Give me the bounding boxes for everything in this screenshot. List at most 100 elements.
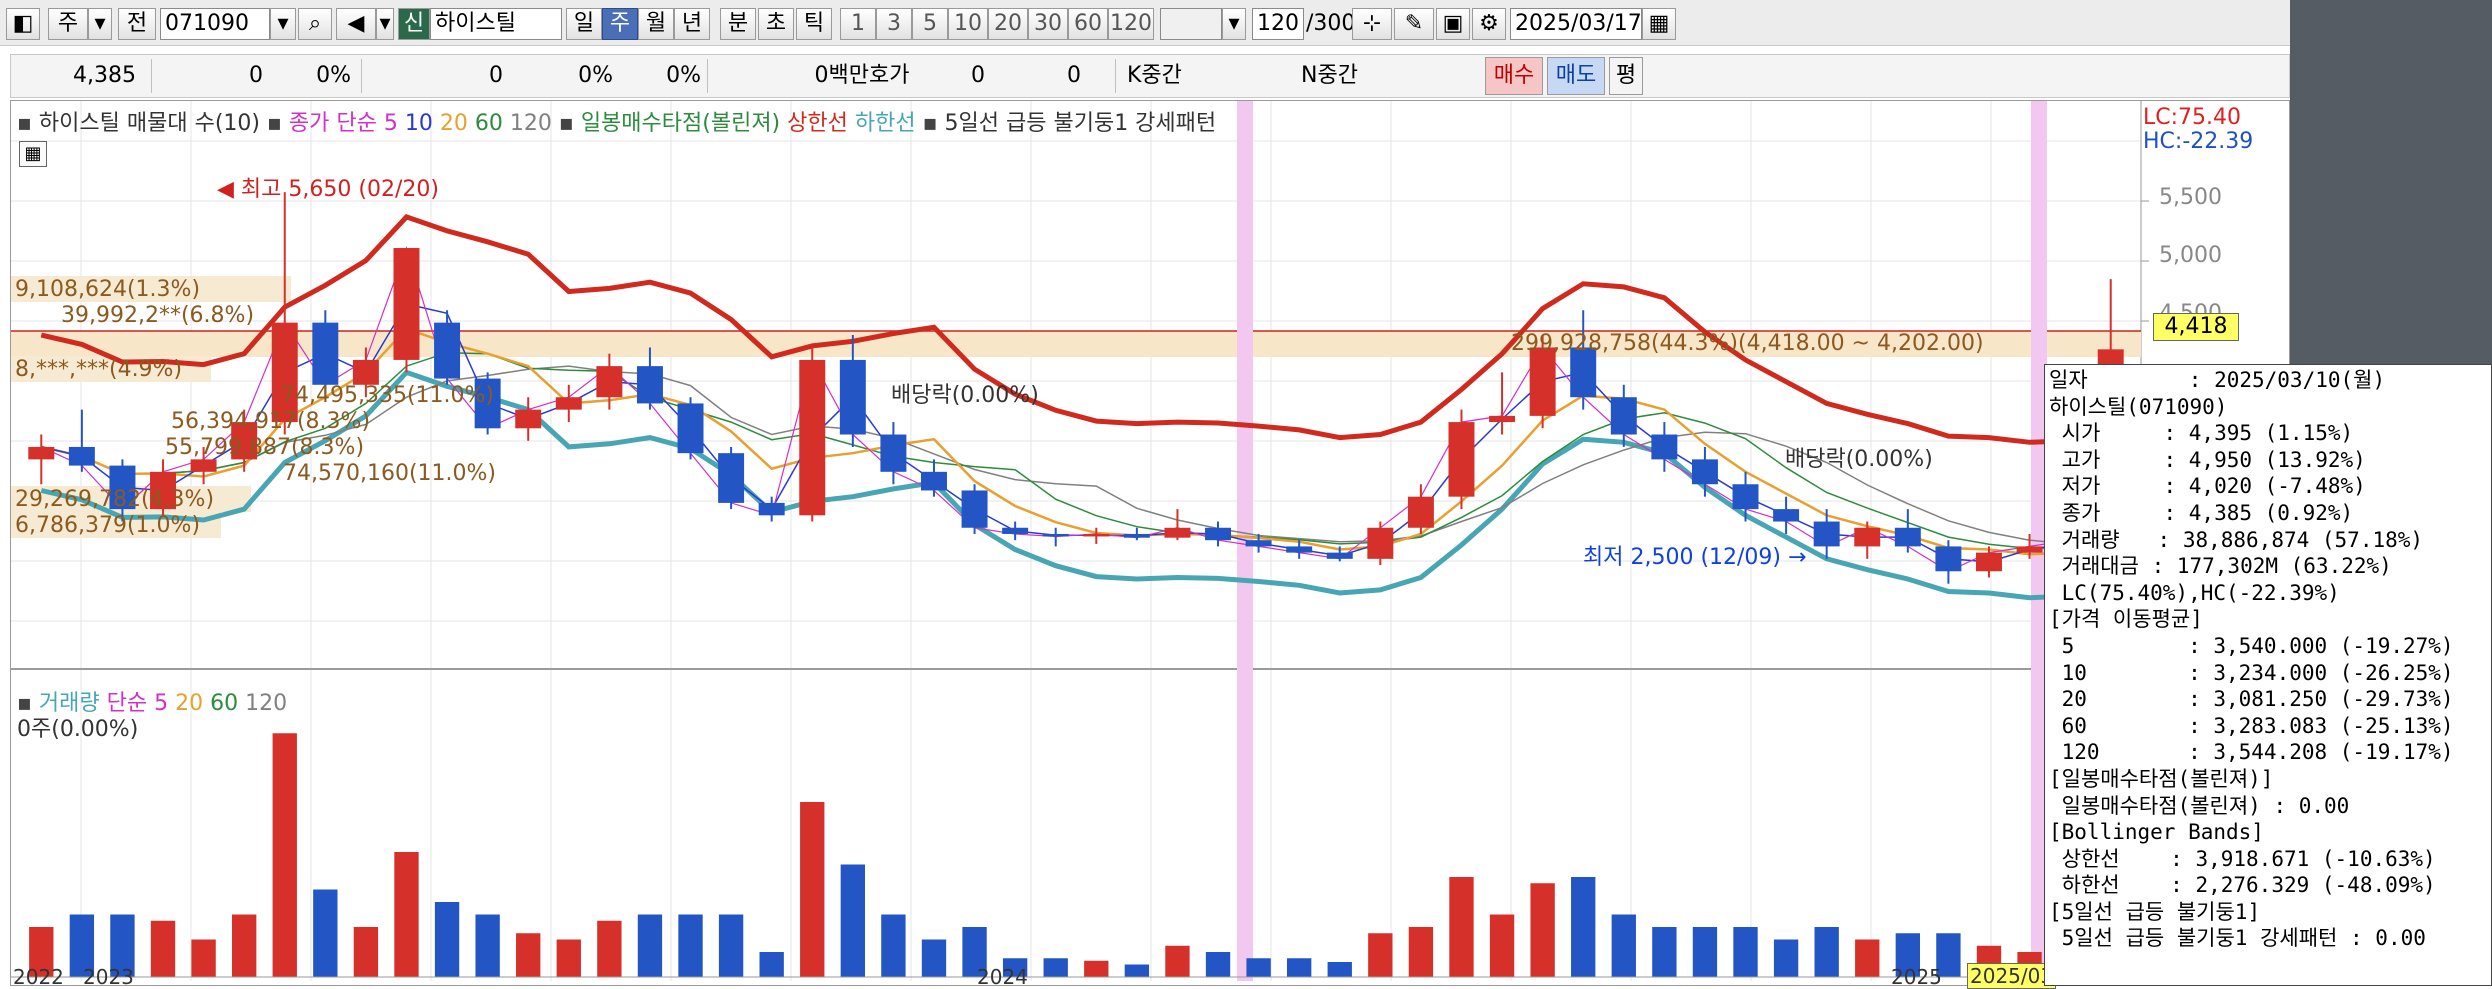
candle-body <box>1448 422 1475 497</box>
volume-bar <box>881 914 906 977</box>
tab-minute[interactable]: 분 <box>720 8 756 40</box>
candle-body <box>1407 496 1434 528</box>
tab-tick[interactable]: 틱 <box>796 8 832 40</box>
candle-body <box>1935 546 1962 572</box>
trade-amount: 0백만 <box>814 63 869 88</box>
gear-icon[interactable]: ⚙ <box>1472 8 1506 40</box>
x-label-2025: 2025 <box>1891 965 1942 989</box>
high-annotation: ◀ 최고 5,650 (02/20) <box>217 177 439 202</box>
layout-icon[interactable]: ◧ <box>6 8 40 40</box>
k-mid-label: K중간 <box>1127 63 1182 88</box>
candle-body <box>636 366 663 404</box>
candle-body <box>515 409 542 429</box>
price-change: 0 <box>249 63 263 88</box>
search-icon[interactable]: ⌕ <box>298 8 332 40</box>
candle-body <box>677 403 704 454</box>
table-icon[interactable]: ▦ <box>19 141 47 167</box>
candle-body <box>1205 527 1232 541</box>
volume-bar <box>394 852 419 977</box>
interval-5[interactable]: 5 <box>912 8 948 40</box>
x-label-2024: 2024 <box>977 965 1028 989</box>
avg-button[interactable]: 평 <box>1609 57 1643 95</box>
tab-month[interactable]: 월 <box>638 8 674 40</box>
volume-pct: 0% <box>578 63 613 88</box>
interval-1[interactable]: 1 <box>840 8 876 40</box>
candle-body <box>1773 509 1800 522</box>
volume-bar <box>678 914 703 977</box>
volume-bar <box>434 902 460 977</box>
volume-bar <box>1571 877 1596 977</box>
interval-60[interactable]: 60 <box>1068 8 1108 40</box>
n-mid-label: N중간 <box>1301 63 1358 88</box>
tab-day[interactable]: 일 <box>566 8 602 40</box>
code-dropdown-icon[interactable]: ▾ <box>270 8 296 40</box>
interval-10[interactable]: 10 <box>948 8 988 40</box>
interval-3[interactable]: 3 <box>876 8 912 40</box>
vp-label: 29,269,782(4.3%) <box>15 487 215 512</box>
x-label-current: 2025/03 <box>1967 963 2057 989</box>
candle-body <box>1367 527 1394 559</box>
volume-bar <box>1692 927 1718 977</box>
count-total: /300 <box>1306 11 1356 36</box>
legend-ma120: 120 <box>509 111 552 136</box>
interval-120[interactable]: 120 <box>1108 8 1154 40</box>
candle-body <box>1326 552 1353 559</box>
calendar-icon[interactable]: ▦ <box>1642 8 1676 40</box>
volume-bar <box>921 939 947 977</box>
speaker-icon[interactable]: ◀ <box>336 8 376 40</box>
current-price: 4,385 <box>73 63 136 88</box>
volume-bar <box>840 864 865 977</box>
change-pct: 0% <box>316 63 351 88</box>
candle-body <box>1286 546 1313 553</box>
candle-body <box>799 359 826 516</box>
vp-label: 74,570,160(11.0%) <box>283 461 497 486</box>
volume-bar <box>1205 952 1231 977</box>
vp-label: 39,992,2**(6.8%) <box>61 303 255 328</box>
crosshair-icon[interactable]: ⊹ <box>1352 8 1392 40</box>
volume-bar <box>1855 939 1880 977</box>
legend-box-icon: ▪ <box>17 111 32 136</box>
candle-body <box>1529 347 1556 416</box>
volume-bar <box>637 914 663 977</box>
volume-bar <box>272 733 297 977</box>
stock-code-input[interactable]: 071090 <box>160 8 270 40</box>
volume-value: 0 <box>489 63 503 88</box>
volume-bar <box>800 802 825 977</box>
tab-year[interactable]: 년 <box>674 8 710 40</box>
volume-bar <box>1246 958 1271 977</box>
volume-bar <box>1814 927 1839 977</box>
count-input[interactable]: 120 <box>1252 8 1304 40</box>
volume-bar <box>1773 939 1799 977</box>
date-input[interactable]: 2025/03/17 <box>1510 8 1642 40</box>
axis-tick-5000: 5,000 <box>2159 243 2222 268</box>
legend-ma60: 60 <box>474 111 503 136</box>
candle-body <box>1164 527 1191 538</box>
interval-20[interactable]: 20 <box>988 8 1028 40</box>
candle-body <box>1975 552 2002 572</box>
save-icon[interactable]: ▣ <box>1436 8 1470 40</box>
stock-name-field[interactable]: 하이스틸 <box>430 8 562 40</box>
vol-legend-ma20: 20 <box>175 691 204 716</box>
candle-body <box>555 397 582 410</box>
price-volume-chart[interactable] <box>11 101 2289 985</box>
x-label-2023: 2023 <box>83 965 134 989</box>
vp-label: 9,108,624(1.3%) <box>15 277 201 302</box>
speaker-dropdown-icon[interactable]: ▾ <box>376 8 394 40</box>
interval-30[interactable]: 30 <box>1028 8 1068 40</box>
hc-label: HC:-22.39 <box>2143 129 2254 154</box>
quote-bar: 4,385 0 0% 0 0% 0% 0백만 호가 0 0 K중간 N중간 매수… <box>10 54 2290 98</box>
tab-second[interactable]: 초 <box>758 8 794 40</box>
candle-body <box>68 446 95 466</box>
dividend-annotation-2: 배당락(0.00%) <box>1785 447 1933 472</box>
vp-label: 56,394,917(8.3%) <box>171 409 371 434</box>
prev-button[interactable]: 전 <box>118 8 156 40</box>
period-dropdown[interactable]: 주 <box>48 8 88 40</box>
tools-icon[interactable]: ✎ <box>1394 8 1434 40</box>
sell-button[interactable]: 매도 <box>1547 57 1605 95</box>
chevron-down-icon[interactable]: ▾ <box>88 8 112 40</box>
custom-interval-input[interactable] <box>1160 8 1222 40</box>
interval-dropdown-icon[interactable]: ▾ <box>1222 8 1246 40</box>
buy-button[interactable]: 매수 <box>1485 57 1543 95</box>
tab-week[interactable]: 주 <box>602 8 638 40</box>
vol-legend-ma5: 5 <box>154 691 169 716</box>
